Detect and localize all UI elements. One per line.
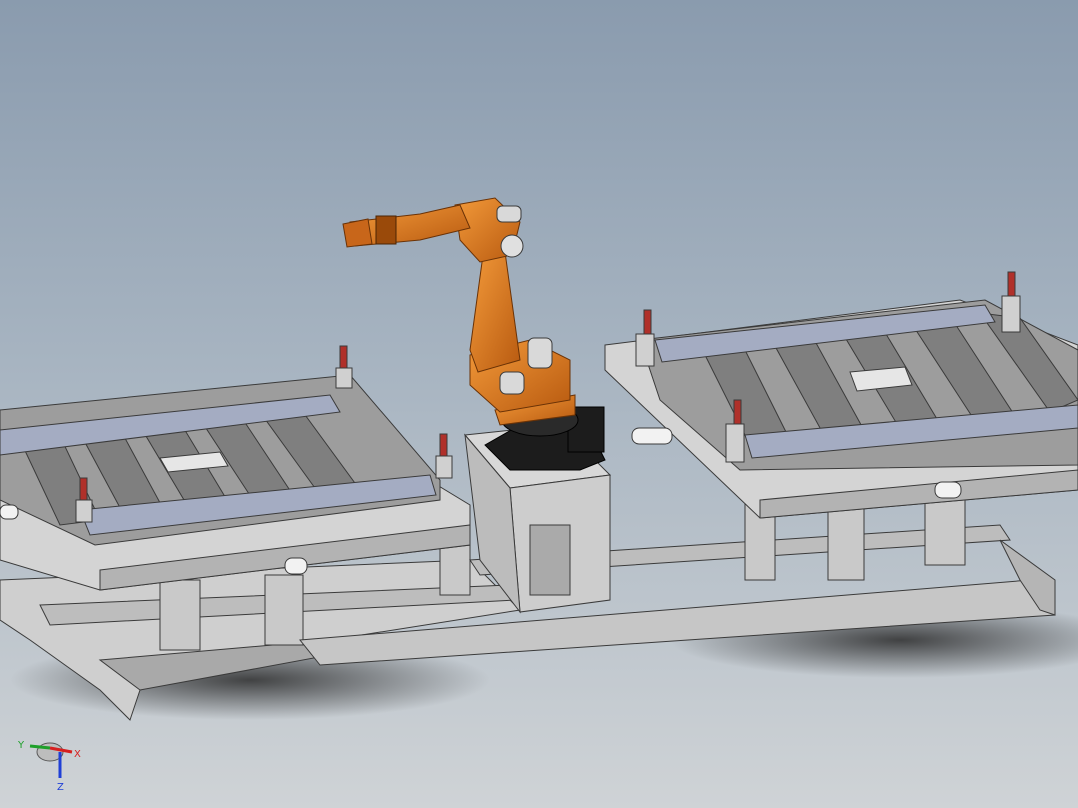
clamp-body: [725, 423, 745, 463]
shoulder-motor: [527, 337, 553, 369]
robot-lower-arm: [469, 251, 521, 373]
clamp-handle[interactable]: [339, 345, 348, 369]
pedestal-opening: [529, 524, 571, 596]
elbow-motor: [500, 234, 524, 258]
clamp-body: [335, 367, 353, 389]
clamp-handle[interactable]: [643, 309, 652, 335]
triad-y-axis: [29, 744, 51, 750]
left-cylinder: [284, 557, 308, 575]
coordinate-triad[interactable]: Y X Z: [17, 740, 81, 793]
clamp-body: [1001, 295, 1021, 333]
clamp-body: [75, 499, 93, 523]
clamp-body: [635, 333, 655, 367]
clamp-handle[interactable]: [439, 433, 448, 457]
clamp-handle[interactable]: [79, 477, 88, 501]
robot-flange: [375, 215, 397, 245]
clamp-handle[interactable]: [733, 399, 742, 425]
clamp-handle[interactable]: [1007, 271, 1016, 297]
clamp-body: [435, 455, 453, 479]
triad-x-label: X: [74, 749, 81, 760]
left-cylinder: [0, 504, 19, 520]
cad-viewport[interactable]: Y X Z: [0, 0, 1078, 808]
robot-wrist: [342, 218, 373, 248]
assembly-scene[interactable]: Y X Z: [0, 0, 1078, 808]
triad-z-label: Z: [57, 782, 64, 793]
triad-y-label: Y: [17, 740, 25, 751]
right-cylinder: [631, 427, 673, 445]
shoulder-motor: [499, 371, 525, 395]
elbow-motor-rear: [496, 205, 522, 223]
right-welding-station[interactable]: [604, 271, 1078, 581]
left-leg-1: [159, 579, 201, 651]
left-leg-2: [264, 574, 304, 646]
left-leg-3: [439, 544, 471, 596]
right-cylinder: [934, 481, 962, 499]
